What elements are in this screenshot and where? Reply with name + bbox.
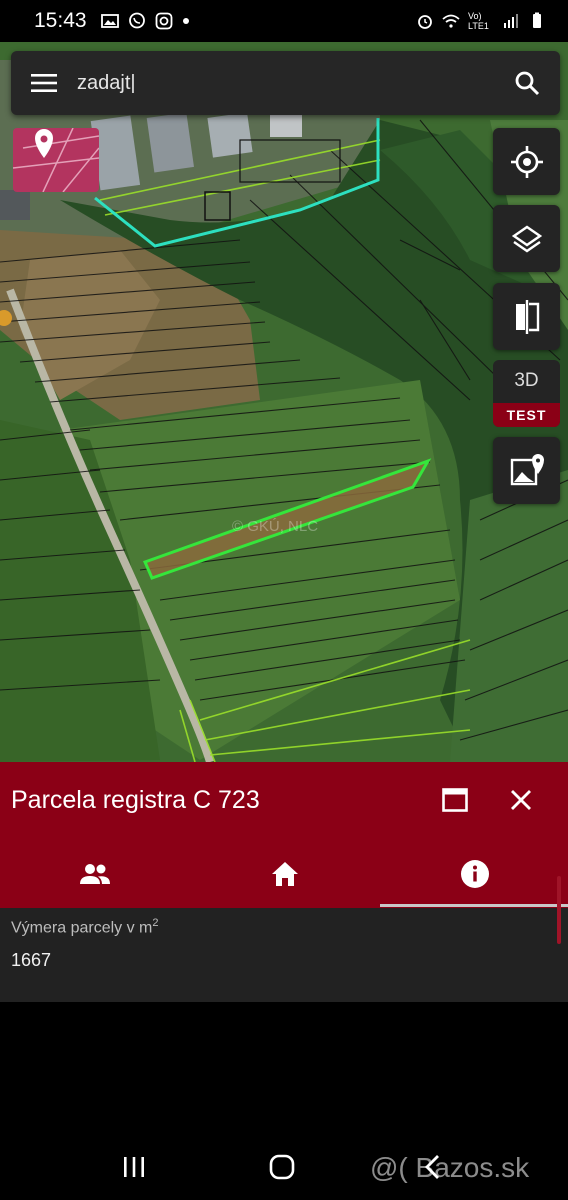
recent-apps-button[interactable] bbox=[119, 1152, 149, 1182]
area-value: 1667 bbox=[11, 950, 52, 970]
network-label: Vo) LTE1 bbox=[468, 11, 489, 31]
alarm-icon bbox=[418, 15, 432, 29]
search-icon bbox=[515, 71, 540, 96]
search-input[interactable]: zadajt| bbox=[77, 72, 494, 95]
compare-button[interactable] bbox=[493, 283, 560, 350]
search-bar[interactable]: zadajt| bbox=[11, 51, 560, 115]
test-badge: TEST bbox=[493, 403, 560, 427]
status-time: 15:43 bbox=[34, 9, 87, 32]
gallery-icon bbox=[100, 14, 119, 28]
status-bar: 15:43 Vo) LTE1 bbox=[0, 0, 568, 42]
home-icon bbox=[271, 862, 298, 886]
recent-apps-icon bbox=[124, 1157, 144, 1177]
scrollbar[interactable] bbox=[557, 876, 561, 944]
wifi-icon bbox=[442, 14, 460, 28]
status-indicators: Vo) LTE1 bbox=[416, 11, 546, 31]
layers-icon bbox=[511, 225, 542, 252]
active-tab-indicator bbox=[380, 904, 568, 907]
map-photo-pin-icon bbox=[510, 453, 544, 485]
close-button[interactable] bbox=[504, 783, 538, 817]
viber-icon bbox=[128, 12, 145, 29]
3d-mode-button[interactable]: 3D TEST bbox=[493, 360, 560, 427]
more-notifications-dot-icon bbox=[182, 18, 189, 24]
signal-icon bbox=[504, 14, 518, 28]
instagram-icon bbox=[155, 12, 172, 30]
crosshair-location-icon bbox=[510, 145, 543, 178]
home-nav-button[interactable] bbox=[267, 1152, 297, 1182]
menu-button[interactable] bbox=[11, 51, 77, 115]
tab-info[interactable] bbox=[380, 846, 568, 902]
my-location-button[interactable] bbox=[493, 128, 560, 195]
map-pin-icon bbox=[13, 128, 99, 192]
layers-button[interactable] bbox=[493, 205, 560, 272]
people-icon bbox=[79, 864, 110, 884]
maximize-window-icon bbox=[442, 788, 468, 812]
tab-owners[interactable] bbox=[0, 846, 189, 902]
area-label: Výmera parcely v m2 bbox=[11, 917, 159, 937]
maximize-button[interactable] bbox=[438, 783, 472, 817]
parcel-title: Parcela registra C 723 bbox=[11, 786, 260, 814]
geo-photo-button[interactable] bbox=[493, 437, 560, 504]
tab-home[interactable] bbox=[190, 846, 379, 902]
layer-switcher-thumbnail[interactable] bbox=[13, 128, 99, 192]
3d-label: 3D bbox=[514, 370, 539, 391]
map-watermark: © GKÚ, NLC bbox=[232, 518, 319, 535]
notification-icons bbox=[100, 12, 190, 30]
close-icon bbox=[511, 790, 531, 810]
hamburger-menu-icon bbox=[31, 74, 57, 92]
bazos-watermark: @( Bazos.sk bbox=[370, 1152, 530, 1183]
search-button[interactable] bbox=[494, 51, 560, 115]
compare-split-icon bbox=[515, 299, 539, 334]
info-icon bbox=[460, 860, 489, 888]
home-circle-icon bbox=[269, 1154, 295, 1180]
battery-icon bbox=[533, 12, 541, 28]
